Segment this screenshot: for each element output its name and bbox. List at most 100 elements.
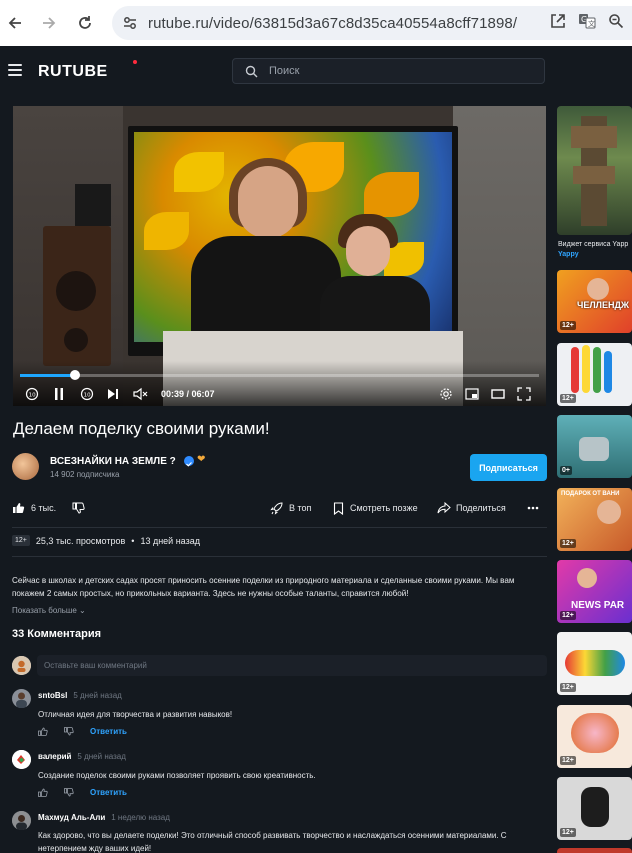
fullscreen-icon[interactable] <box>517 386 531 402</box>
address-bar[interactable]: rutube.ru/video/63815d3a67c8d35ca40554a8… <box>112 6 632 40</box>
to-top-label: В топ <box>289 503 312 513</box>
comment-author[interactable]: sntoBsl 5 дней назад <box>38 691 122 700</box>
comment-actions: Ответить <box>38 787 127 797</box>
progress-knob[interactable] <box>70 370 80 380</box>
search-input[interactable]: Поиск <box>232 58 545 84</box>
recommendation-thumbnail[interactable]: 12+ <box>557 705 632 768</box>
age-rating-badge: 12+ <box>560 394 576 403</box>
show-more-label: Показать больше <box>12 606 77 615</box>
mute-icon[interactable] <box>133 386 149 402</box>
pause-icon[interactable] <box>53 386 65 402</box>
comment-author[interactable]: валерий 5 дней назад <box>38 752 126 761</box>
to-top-button[interactable]: В топ <box>270 500 311 516</box>
more-options-icon[interactable] <box>527 500 539 516</box>
thumbs-down-icon[interactable] <box>64 787 74 797</box>
url-text[interactable]: rutube.ru/video/63815d3a67c8d35ca40554a8… <box>148 15 517 32</box>
comment-actions: Ответить <box>38 726 127 736</box>
reply-button[interactable]: Ответить <box>90 788 127 797</box>
thumbs-up-icon[interactable] <box>38 727 48 736</box>
comment-text: Как здорово, что вы делаете поделки! Это… <box>38 831 507 853</box>
verified-check-icon <box>184 456 194 467</box>
recommendation-thumbnail[interactable]: 0+ <box>557 415 632 478</box>
chevron-down-icon: ⌄ <box>79 606 86 615</box>
age-rating-badge: 12+ <box>12 535 30 546</box>
comment-avatar[interactable] <box>12 689 31 708</box>
comment-avatar[interactable] <box>12 811 31 830</box>
video-player[interactable]: 10 10 00:39 / 06:07 <box>13 106 546 406</box>
settings-gear-icon[interactable] <box>439 386 453 402</box>
svg-text:文: 文 <box>588 19 595 28</box>
recommendation-thumbnail[interactable]: 12+ <box>557 343 632 406</box>
thumbs-down-icon <box>72 502 85 514</box>
show-more-link[interactable]: Показать больше ⌄ <box>12 606 86 615</box>
recommendation-thumbnail[interactable] <box>557 106 632 235</box>
forward-10-icon[interactable]: 10 <box>80 386 94 402</box>
comment-time: 5 дней назад <box>77 752 126 761</box>
meta-separator: • <box>131 535 135 546</box>
search-icon[interactable] <box>245 65 258 83</box>
miniplayer-icon[interactable] <box>465 386 479 402</box>
subscriber-count: 14 902 подписчика <box>50 470 120 479</box>
rocket-icon <box>270 501 283 515</box>
recommendation-thumbnail[interactable]: 12+ <box>557 632 632 695</box>
logo-dot <box>133 60 137 64</box>
subscribe-button[interactable]: Подписаться <box>470 454 547 481</box>
rewind-10-icon[interactable]: 10 <box>25 386 39 402</box>
comment-input-placeholder: Оставьте ваш комментарий <box>44 661 147 670</box>
svg-text:10: 10 <box>29 392 36 398</box>
channel-name[interactable]: ВСЕЗНАЙКИ НА ЗЕМЛЕ ? <box>50 456 176 467</box>
comment-input[interactable]: Оставьте ваш комментарий <box>37 655 547 676</box>
timecode: 00:39 / 06:07 <box>161 389 215 399</box>
share-label: Поделиться <box>456 503 506 513</box>
thumbs-down-icon[interactable] <box>64 726 74 736</box>
recommendation-thumbnail[interactable]: ЧЕЛЛЕНДЖ 12+ <box>557 270 632 333</box>
recommendation-thumbnail[interactable]: ПОДАРОК ОТ ВАНИ 12+ <box>557 488 632 551</box>
reply-button[interactable]: Ответить <box>90 727 127 736</box>
video-meta: 12+ 25,3 тыс. просмотров • 13 дней назад <box>12 535 200 546</box>
divider <box>12 527 547 528</box>
forward-arrow-icon[interactable] <box>38 12 60 34</box>
recommendation-title[interactable]: Виджет сервиса Yapp <box>558 241 628 248</box>
recommendation-channel[interactable]: Yappy <box>558 251 579 258</box>
open-external-icon[interactable] <box>550 13 566 34</box>
age-rating-badge: 12+ <box>560 683 576 692</box>
divider <box>12 556 547 557</box>
channel-avatar[interactable] <box>12 453 39 480</box>
translate-icon[interactable]: G文 <box>578 13 596 34</box>
reload-icon[interactable] <box>74 12 96 34</box>
next-video-icon[interactable] <box>107 386 119 402</box>
age-rating-badge: 0+ <box>560 466 572 475</box>
video-description: Сейчас в школах и детских садах просят п… <box>12 576 515 598</box>
recommendation-thumbnail[interactable]: NEWS PAR 12+ <box>557 560 632 623</box>
thumbnail-overlay-text: NEWS PAR <box>571 600 625 611</box>
thumbnail-overlay-text: ПОДАРОК ОТ ВАНИ <box>561 491 620 497</box>
recommendation-thumbnail[interactable] <box>557 848 632 853</box>
age-rating-badge: 12+ <box>560 828 576 837</box>
bookmark-icon <box>333 501 344 515</box>
view-count: 25,3 тыс. просмотров <box>35 535 126 546</box>
comment-author-name: Махмуд Аль-Али <box>38 813 106 822</box>
menu-icon[interactable] <box>8 64 22 76</box>
site-settings-icon[interactable] <box>122 15 138 36</box>
dislike-button[interactable] <box>72 500 85 516</box>
thumbs-up-icon[interactable] <box>38 788 48 797</box>
like-button[interactable]: 6 тыс. <box>12 500 56 516</box>
watch-later-button[interactable]: Смотреть позже <box>333 500 418 516</box>
comment-text: Создание поделок своими руками позволяет… <box>38 771 316 780</box>
rutube-logo[interactable]: RUTUBE <box>38 63 108 81</box>
recommendation-thumbnail[interactable]: 12+ <box>557 777 632 840</box>
comment-time: 5 дней назад <box>73 691 122 700</box>
thumbs-up-icon <box>13 503 25 513</box>
current-user-avatar <box>12 656 31 675</box>
heart-icon: ❤ <box>197 454 206 465</box>
zoom-icon[interactable] <box>608 13 624 34</box>
comment-avatar[interactable] <box>12 750 31 769</box>
comment-author[interactable]: Махмуд Аль-Али 1 неделю назад <box>38 813 170 822</box>
age-rating-badge: 12+ <box>560 539 576 548</box>
progress-bar[interactable] <box>20 370 539 380</box>
theater-mode-icon[interactable] <box>491 386 505 402</box>
posted-date: 13 дней назад <box>140 535 200 546</box>
back-arrow-icon[interactable] <box>4 12 26 34</box>
share-button[interactable]: Поделиться <box>437 500 506 516</box>
comment-time: 1 неделю назад <box>111 813 170 822</box>
